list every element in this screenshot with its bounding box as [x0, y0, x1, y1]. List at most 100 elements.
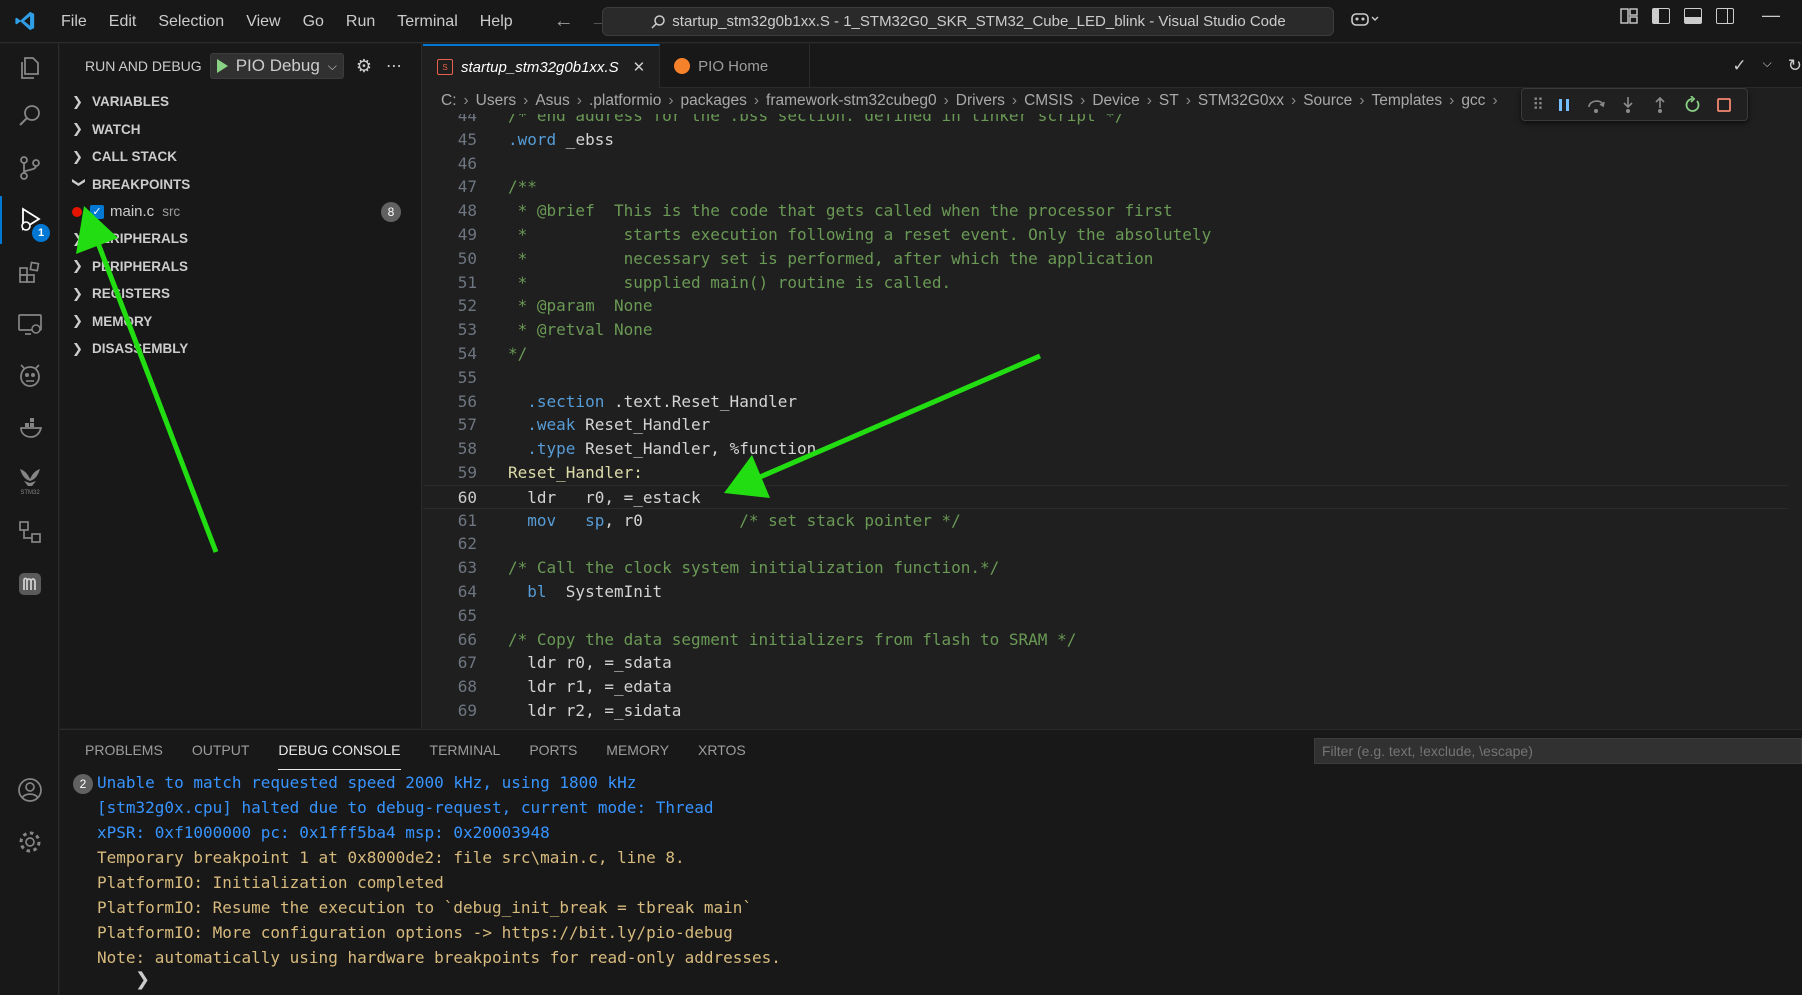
code-line[interactable]: 66 /* Copy the data segment initializers …	[423, 628, 1802, 652]
tab-startup-file[interactable]: S startup_stm32g0b1xx.S ✕	[423, 44, 661, 88]
start-debugging-icon[interactable]	[216, 59, 228, 73]
run-and-debug-icon[interactable]: 1	[0, 196, 59, 244]
breadcrumb-item[interactable]: gcc	[1461, 92, 1485, 110]
line-number[interactable]: 58	[423, 437, 477, 461]
console-filter-input[interactable]	[1314, 738, 1802, 764]
m-extension-icon[interactable]	[0, 560, 59, 608]
breadcrumb-item[interactable]: Drivers	[956, 92, 1005, 110]
console-prompt-chevron-icon[interactable]: ❯	[135, 969, 150, 990]
code-line[interactable]: 62	[423, 532, 1802, 556]
section-disassembly[interactable]: ❯ DISASSEMBLY	[60, 335, 421, 363]
code-line[interactable]: 63 /* Call the clock system initializatio…	[423, 556, 1802, 580]
restart-icon[interactable]	[1676, 90, 1708, 120]
menu-file[interactable]: File	[50, 0, 98, 43]
breadcrumb-item[interactable]: framework-stm32cubeg0	[766, 92, 937, 110]
code-line[interactable]: 47 /**	[423, 175, 1802, 199]
section-call-stack[interactable]: ❯ CALL STACK	[60, 143, 421, 171]
breadcrumb-item[interactable]: Device	[1092, 92, 1139, 110]
line-number[interactable]: 45	[423, 128, 477, 152]
line-number[interactable]: 65	[423, 604, 477, 628]
tab-pio-home[interactable]: PIO Home	[660, 44, 811, 88]
tab-output[interactable]: OUTPUT	[192, 730, 250, 770]
breadcrumb-item[interactable]: .platformio	[589, 92, 661, 110]
tab-problems[interactable]: PROBLEMS	[85, 730, 163, 770]
gear-icon[interactable]: ⚙	[356, 56, 372, 77]
code-line[interactable]: 67 ldr r0, =_sdata	[423, 651, 1802, 675]
menu-run[interactable]: Run	[335, 0, 386, 43]
breakpoint-item[interactable]: ✓ main.c src 8	[60, 198, 421, 225]
section-peripherals[interactable]: ❯ PERIPHERALS	[60, 225, 421, 253]
line-number[interactable]: 60	[423, 486, 477, 510]
line-number[interactable]: 61	[423, 509, 477, 533]
source-control-icon[interactable]	[0, 144, 59, 192]
section-registers[interactable]: ❯ REGISTERS	[60, 280, 421, 308]
code-line[interactable]: 56 .section .text.Reset_Handler	[423, 390, 1802, 414]
code-line[interactable]: 59 Reset_Handler:	[423, 461, 1802, 485]
tab-xrtos[interactable]: XRTOS	[698, 730, 746, 770]
step-into-icon[interactable]	[1612, 90, 1644, 120]
tab-ports[interactable]: PORTS	[529, 730, 577, 770]
debug-config-select[interactable]: PIO Debug ⌵	[209, 53, 344, 79]
line-number[interactable]: 67	[423, 651, 477, 675]
code-line[interactable]: 49 * starts execution following a reset …	[423, 223, 1802, 247]
line-number[interactable]: 68	[423, 675, 477, 699]
stm32-icon[interactable]: STM32	[0, 456, 59, 504]
flow-diagram-icon[interactable]	[0, 508, 59, 556]
remote-explorer-icon[interactable]	[0, 300, 59, 348]
menu-edit[interactable]: Edit	[98, 0, 148, 43]
search-icon[interactable]	[0, 92, 59, 140]
breadcrumb-item[interactable]: C:	[441, 92, 457, 110]
breadcrumb-item[interactable]: Users	[476, 92, 516, 110]
code-line[interactable]: 46	[423, 152, 1802, 176]
drag-handle-icon[interactable]: ⠿	[1528, 90, 1548, 120]
line-number[interactable]: 49	[423, 223, 477, 247]
code-line[interactable]: 53 * @retval None	[423, 318, 1802, 342]
command-center[interactable]: startup_stm32g0b1xx.S - 1_STM32G0_SKR_ST…	[602, 7, 1334, 36]
code-line[interactable]: 51 * supplied main() routine is called.	[423, 271, 1802, 295]
line-number[interactable]: 54	[423, 342, 477, 366]
code-line[interactable]: 68 ldr r1, =_edata	[423, 675, 1802, 699]
section-watch[interactable]: ❯ WATCH	[60, 116, 421, 144]
section-variables[interactable]: ❯ VARIABLES	[60, 88, 421, 116]
menu-go[interactable]: Go	[292, 0, 335, 43]
breadcrumb-item[interactable]: CMSIS	[1024, 92, 1073, 110]
minimize-icon[interactable]: —	[1762, 6, 1780, 24]
breadcrumb-item[interactable]: Asus	[535, 92, 569, 110]
minimap[interactable]	[1788, 114, 1802, 728]
line-number[interactable]: 52	[423, 294, 477, 318]
line-number[interactable]: 66	[423, 628, 477, 652]
pause-icon[interactable]	[1548, 90, 1580, 120]
code-line[interactable]: 60 ldr r0, =_estack	[423, 484, 1802, 510]
breadcrumb-item[interactable]: packages	[681, 92, 747, 110]
accounts-icon[interactable]	[0, 766, 59, 814]
breadcrumb-item[interactable]: STM32G0xx	[1198, 92, 1284, 110]
line-number[interactable]: 62	[423, 532, 477, 556]
menu-selection[interactable]: Selection	[147, 0, 235, 43]
section-memory[interactable]: ❯ MEMORY	[60, 308, 421, 336]
check-icon[interactable]: ✓	[1732, 56, 1746, 76]
breadcrumb-item[interactable]: ST	[1159, 92, 1179, 110]
toggle-secondary-sidebar-icon[interactable]	[1716, 8, 1734, 24]
code-line[interactable]: 55	[423, 366, 1802, 390]
step-out-icon[interactable]	[1644, 90, 1676, 120]
step-over-icon[interactable]	[1580, 90, 1612, 120]
breadcrumb-item[interactable]: Source	[1303, 92, 1352, 110]
menu-view[interactable]: View	[235, 0, 291, 43]
history-icon[interactable]: ↻	[1788, 56, 1802, 76]
explorer-icon[interactable]	[0, 44, 59, 92]
toggle-primary-sidebar-icon[interactable]	[1652, 8, 1670, 24]
line-number[interactable]: 57	[423, 413, 477, 437]
code-line[interactable]: 58 .type Reset_Handler, %function	[423, 437, 1802, 461]
code-line[interactable]: 45 .word _ebss	[423, 128, 1802, 152]
code-line[interactable]: 52 * @param None	[423, 294, 1802, 318]
code-line[interactable]: 48 * @brief This is the code that gets c…	[423, 199, 1802, 223]
close-icon[interactable]: ✕	[633, 58, 646, 76]
docker-icon[interactable]	[0, 404, 59, 452]
menu-terminal[interactable]: Terminal	[386, 0, 468, 43]
vscode-logo-icon[interactable]	[0, 0, 50, 43]
code-line[interactable]: 64 bl SystemInit	[423, 580, 1802, 604]
line-number[interactable]: 69	[423, 699, 477, 723]
line-number[interactable]: 59	[423, 461, 477, 485]
breadcrumb-item[interactable]: Templates	[1371, 92, 1442, 110]
line-number[interactable]: 55	[423, 366, 477, 390]
